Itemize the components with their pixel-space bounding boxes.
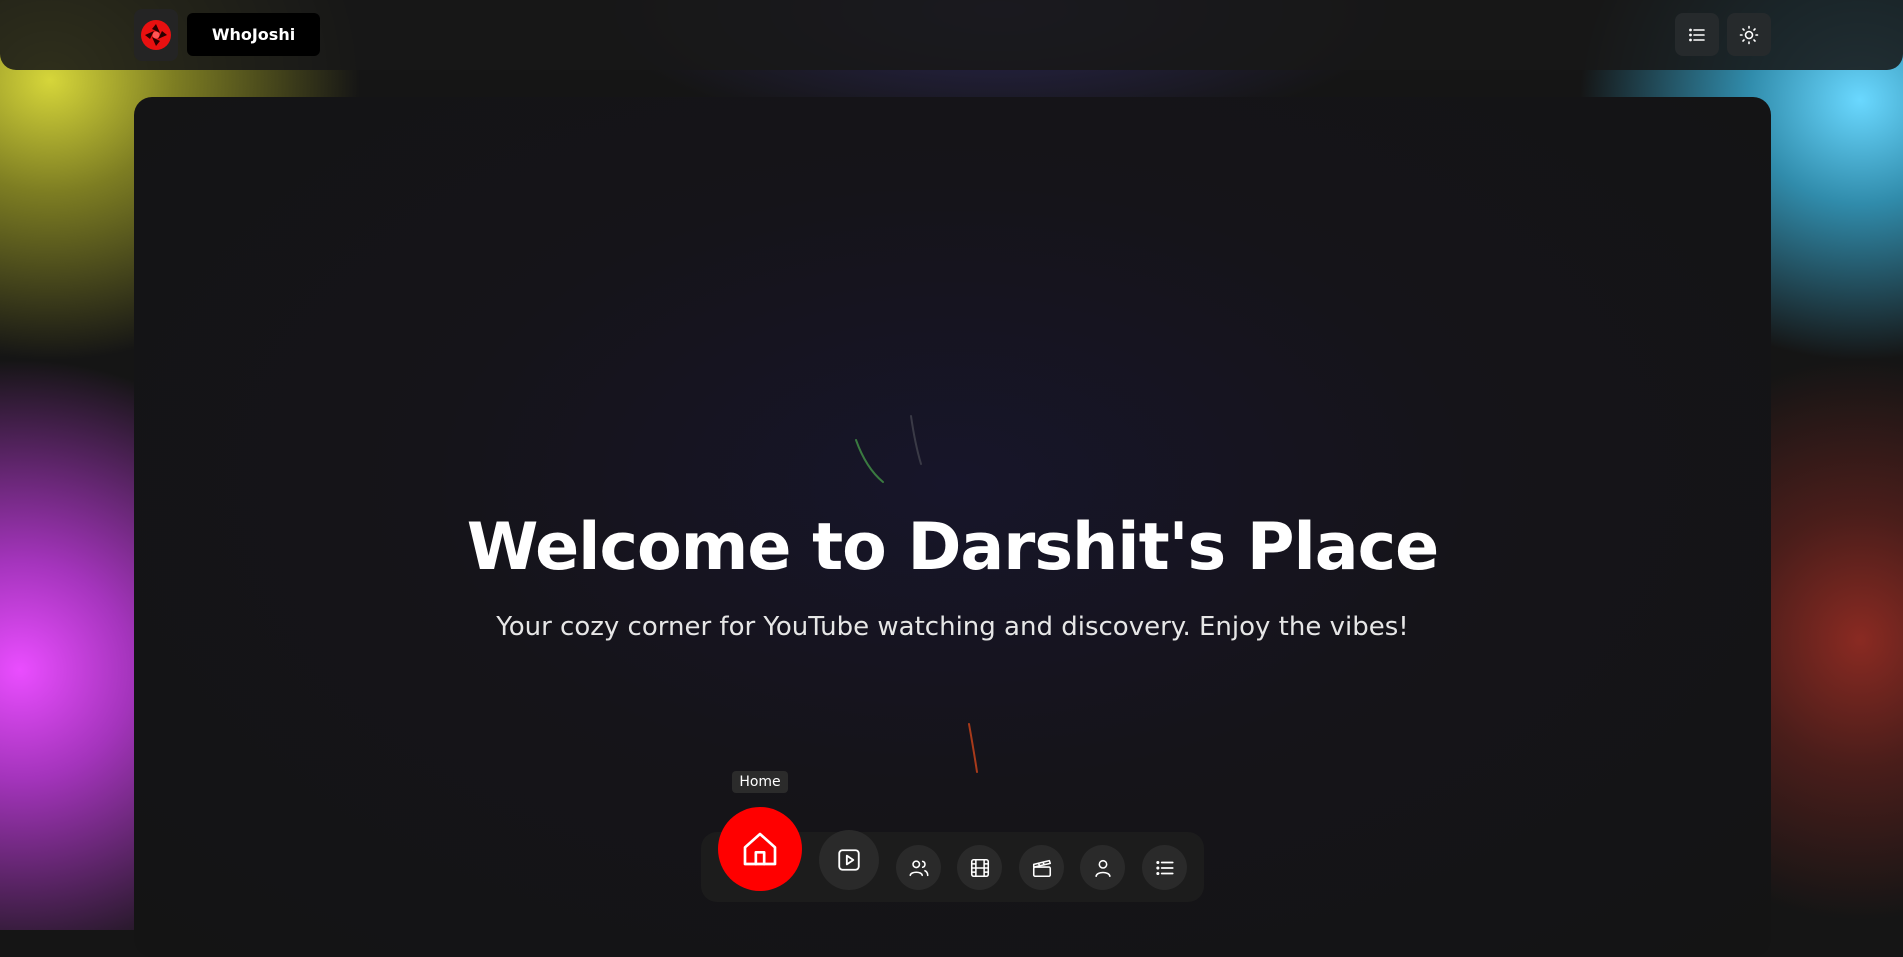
hero-subtitle: Your cozy corner for YouTube watching an…	[496, 612, 1409, 642]
dock-clapperboard-button[interactable]	[1019, 845, 1064, 890]
theme-toggle-button[interactable]	[1727, 13, 1771, 56]
menu-button[interactable]	[1675, 13, 1719, 56]
users-icon	[909, 859, 928, 876]
home-icon	[743, 832, 777, 866]
list-icon	[1689, 28, 1705, 41]
dock-play-button[interactable]	[819, 830, 879, 890]
dock-home-button[interactable]	[718, 807, 802, 891]
dock-users-button[interactable]	[896, 845, 941, 890]
dock-list-button[interactable]	[1142, 845, 1187, 890]
clapperboard-icon	[1032, 859, 1051, 877]
list-icon	[1155, 860, 1174, 875]
play-square-icon	[838, 849, 860, 871]
aperture-logo-icon	[141, 20, 171, 50]
brand-name[interactable]: WhoJoshi	[187, 13, 320, 56]
top-navbar: WhoJoshi	[0, 0, 1903, 70]
film-icon	[970, 858, 989, 877]
dock-profile-button[interactable]	[1080, 845, 1125, 890]
logo-button[interactable]	[134, 9, 178, 61]
hero-title: Welcome to Darshit's Place	[466, 510, 1440, 585]
dock-film-button[interactable]	[957, 845, 1002, 890]
home-tooltip: Home	[732, 771, 788, 793]
user-icon	[1094, 859, 1111, 877]
sun-icon	[1739, 25, 1759, 44]
